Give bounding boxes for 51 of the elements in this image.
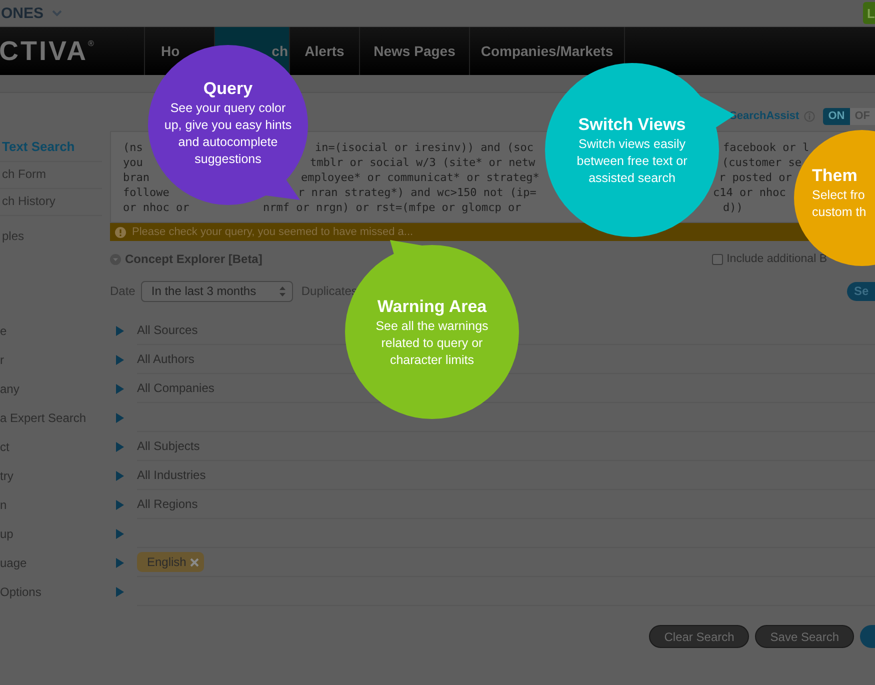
warning-text: Please check your query, you seemed to have missed a... bbox=[132, 226, 414, 238]
query-text: (customer se bbox=[722, 155, 802, 170]
search-button[interactable] bbox=[860, 625, 875, 648]
callout-title: Switch Views bbox=[577, 114, 687, 136]
callout-text: See all the warnings related to query or character limits bbox=[374, 318, 490, 369]
filter-tag: English bbox=[137, 552, 204, 572]
sidebar-item[interactable]: Text Search bbox=[0, 134, 102, 162]
callout-text: See your query color up, give you easy hints and autocomplete suggestions bbox=[163, 100, 293, 168]
query-text: (ns bbox=[123, 140, 143, 155]
query-text: d)) bbox=[723, 200, 743, 215]
query-text: nrmf or nrgn) or rst=(mfpe or glomcp or bbox=[263, 200, 522, 215]
callout-title: Query bbox=[202, 78, 254, 100]
expand-arrow-icon[interactable] bbox=[116, 470, 124, 480]
expand-arrow-icon[interactable] bbox=[116, 384, 124, 394]
query-text: you bbox=[123, 155, 143, 170]
query-text: tmblr or social w/3 (site* or netw bbox=[310, 155, 536, 170]
chevron-down-icon[interactable] bbox=[52, 10, 62, 16]
query-text: in=(isocial or iresinv)) and (soc bbox=[315, 140, 534, 155]
expand-arrow-icon[interactable] bbox=[116, 326, 124, 336]
action-button[interactable]: Clear Search bbox=[649, 625, 750, 648]
remove-icon[interactable] bbox=[190, 558, 200, 566]
callout-title: Warning Area bbox=[376, 296, 488, 318]
callout-text: Switch views easily between free text or assisted search bbox=[576, 136, 688, 187]
query-text: r posted or bbox=[719, 170, 792, 185]
warning-icon bbox=[115, 226, 126, 238]
expand-arrow-icon[interactable] bbox=[116, 500, 124, 510]
callout-text: Select fro custom th bbox=[812, 187, 866, 221]
sort-arrows-icon bbox=[279, 286, 286, 296]
logo-text: CTIVA bbox=[0, 36, 88, 66]
search-assist-label: SearchAssist bbox=[730, 110, 800, 122]
date-select[interactable]: In the last 3 months bbox=[141, 280, 294, 302]
brand-name: ONES bbox=[1, 4, 44, 22]
account-button[interactable]: L bbox=[863, 2, 875, 24]
action-button[interactable]: Save Search bbox=[755, 625, 854, 648]
query-text: employee* or communicat* or strateg* bbox=[301, 170, 540, 185]
query-text: c14 or nhoc bbox=[713, 185, 786, 200]
expand-arrow-icon[interactable] bbox=[116, 586, 124, 596]
expand-arrow-icon[interactable] bbox=[116, 558, 124, 568]
checkbox[interactable] bbox=[712, 254, 723, 264]
query-text: bran bbox=[123, 170, 150, 185]
query-text: facebook or l bbox=[723, 140, 810, 155]
expand-arrow-icon[interactable] bbox=[116, 354, 124, 364]
callout-title: Them bbox=[812, 165, 858, 187]
query-text: r nran strateg*) and wc>150 not (ip= bbox=[298, 185, 536, 200]
expand-arrow-icon[interactable] bbox=[116, 442, 124, 452]
expand-arrow-icon[interactable] bbox=[116, 412, 124, 422]
registered-mark: ® bbox=[88, 39, 94, 48]
expand-icon[interactable] bbox=[110, 254, 121, 264]
query-text: followe bbox=[123, 185, 170, 200]
query-text: or nhoc or bbox=[123, 200, 190, 215]
expand-arrow-icon[interactable] bbox=[116, 528, 124, 538]
